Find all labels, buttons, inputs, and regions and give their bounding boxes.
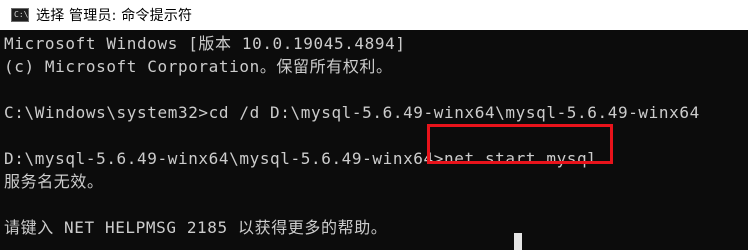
title-bar[interactable]: C:\ 选择 管理员: 命令提示符 <box>0 0 748 30</box>
highlight-box <box>427 124 613 164</box>
window-title: 选择 管理员: 命令提示符 <box>36 8 193 24</box>
console-line: Microsoft Windows [版本 10.0.19045.4894] <box>4 34 406 53</box>
text-cursor <box>514 233 522 250</box>
command-prompt-icon: C:\ <box>11 8 29 22</box>
console-line: 请键入 NET HELPMSG 2185 以获得更多的帮助。 <box>4 218 388 237</box>
console-line: C:\Windows\system32>cd /d D:\mysql-5.6.4… <box>4 103 700 122</box>
console-line-command: D:\mysql-5.6.49-winx64\mysql-5.6.49-winx… <box>4 149 598 168</box>
console-line: 服务名无效。 <box>4 172 104 191</box>
console-line: (c) Microsoft Corporation。保留所有权利。 <box>4 57 393 76</box>
console-output[interactable]: Microsoft Windows [版本 10.0.19045.4894] (… <box>4 32 748 239</box>
